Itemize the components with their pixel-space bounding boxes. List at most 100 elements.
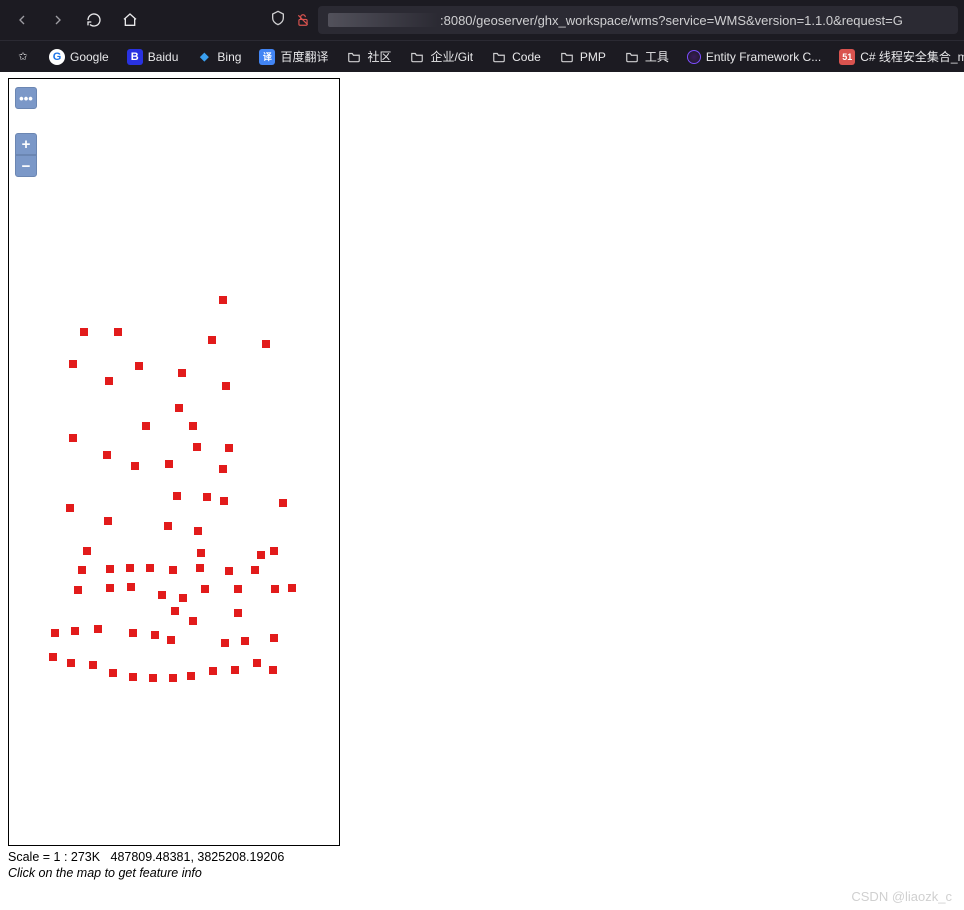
map-point[interactable] — [83, 547, 91, 555]
map-point[interactable] — [288, 584, 296, 592]
map-point[interactable] — [178, 369, 186, 377]
map-point[interactable] — [103, 451, 111, 459]
map-point[interactable] — [49, 653, 57, 661]
map-point[interactable] — [109, 669, 117, 677]
map-point[interactable] — [158, 591, 166, 599]
map-point[interactable] — [80, 328, 88, 336]
map-point[interactable] — [208, 336, 216, 344]
map-point[interactable] — [231, 666, 239, 674]
map-point[interactable] — [197, 549, 205, 557]
bookmark-item[interactable]: 译百度翻译 — [252, 44, 335, 69]
map-point[interactable] — [251, 566, 259, 574]
map-point[interactable] — [94, 625, 102, 633]
map-point[interactable] — [71, 627, 79, 635]
map-options-button[interactable]: ••• — [15, 87, 37, 109]
map-point[interactable] — [221, 639, 229, 647]
map-point[interactable] — [126, 564, 134, 572]
map-point[interactable] — [209, 667, 217, 675]
map-point[interactable] — [253, 659, 261, 667]
map-point[interactable] — [146, 564, 154, 572]
map-point[interactable] — [220, 497, 228, 505]
bookmark-item[interactable]: 51C# 线程安全集合_mo... — [832, 44, 964, 69]
map-point[interactable] — [127, 583, 135, 591]
reload-button[interactable] — [78, 4, 110, 36]
zoom-out-button[interactable]: − — [15, 155, 37, 177]
map-canvas[interactable]: ••• + − — [9, 79, 339, 845]
map-point[interactable] — [169, 674, 177, 682]
map-point[interactable] — [222, 382, 230, 390]
bookmark-label: C# 线程安全集合_mo... — [860, 48, 964, 65]
bookmark-item[interactable]: BBaidu — [120, 45, 186, 69]
map-point[interactable] — [151, 631, 159, 639]
map-point[interactable] — [179, 594, 187, 602]
map-point[interactable] — [104, 517, 112, 525]
zoom-in-button[interactable]: + — [15, 133, 37, 155]
map-point[interactable] — [106, 565, 114, 573]
map-point[interactable] — [262, 340, 270, 348]
map-point[interactable] — [241, 637, 249, 645]
map-point[interactable] — [131, 462, 139, 470]
bookmark-item[interactable]: Entity Framework C... — [680, 46, 828, 68]
bookmark-item[interactable]: Code — [484, 45, 548, 69]
translate-icon: 译 — [259, 49, 275, 65]
map-point[interactable] — [66, 504, 74, 512]
map-point[interactable] — [142, 422, 150, 430]
map-point[interactable] — [189, 617, 197, 625]
map-point[interactable] — [203, 493, 211, 501]
map-point[interactable] — [165, 460, 173, 468]
back-button[interactable] — [6, 4, 38, 36]
map-point[interactable] — [69, 360, 77, 368]
map-point[interactable] — [173, 492, 181, 500]
map-point[interactable] — [225, 567, 233, 575]
map-point[interactable] — [78, 566, 86, 574]
map-point[interactable] — [270, 547, 278, 555]
map-point[interactable] — [269, 666, 277, 674]
bookmark-item[interactable]: ✩ — [8, 45, 38, 69]
bookmark-item[interactable]: PMP — [552, 45, 613, 69]
map-point[interactable] — [51, 629, 59, 637]
map-point[interactable] — [234, 609, 242, 617]
map-point[interactable] — [189, 422, 197, 430]
lock-insecure-icon[interactable] — [296, 13, 310, 27]
map-point[interactable] — [106, 584, 114, 592]
map-point[interactable] — [169, 566, 177, 574]
map-point[interactable] — [201, 585, 209, 593]
map-point[interactable] — [175, 404, 183, 412]
map-point[interactable] — [257, 551, 265, 559]
folder-icon — [346, 49, 362, 65]
map-point[interactable] — [114, 328, 122, 336]
bookmark-item[interactable]: 工具 — [617, 44, 676, 69]
home-button[interactable] — [114, 4, 146, 36]
map-point[interactable] — [219, 465, 227, 473]
map-point[interactable] — [196, 564, 204, 572]
bookmark-item[interactable]: GGoogle — [42, 45, 116, 69]
map-point[interactable] — [219, 296, 227, 304]
map-point[interactable] — [164, 522, 172, 530]
bookmark-item[interactable]: 社区 — [339, 44, 398, 69]
map-point[interactable] — [234, 585, 242, 593]
map-point[interactable] — [67, 659, 75, 667]
map-point[interactable] — [187, 672, 195, 680]
map-point[interactable] — [135, 362, 143, 370]
map-point[interactable] — [69, 434, 77, 442]
map-point[interactable] — [74, 586, 82, 594]
map-point[interactable] — [225, 444, 233, 452]
map-point[interactable] — [194, 527, 202, 535]
bookmark-item[interactable]: ◆Bing — [189, 45, 248, 69]
map-point[interactable] — [129, 673, 137, 681]
map-point[interactable] — [167, 636, 175, 644]
forward-button[interactable] — [42, 4, 74, 36]
map-point[interactable] — [149, 674, 157, 682]
bookmark-item[interactable]: 企业/Git — [402, 44, 480, 69]
map-point[interactable] — [105, 377, 113, 385]
map-point[interactable] — [129, 629, 137, 637]
map-point[interactable] — [271, 585, 279, 593]
map-point[interactable] — [270, 634, 278, 642]
map-point[interactable] — [171, 607, 179, 615]
address-bar[interactable]: :8080/geoserver/ghx_workspace/wms?servic… — [318, 6, 958, 34]
shield-icon[interactable] — [270, 10, 286, 31]
map-point[interactable] — [89, 661, 97, 669]
map-point[interactable] — [279, 499, 287, 507]
map-point[interactable] — [193, 443, 201, 451]
entity-icon — [687, 50, 701, 64]
